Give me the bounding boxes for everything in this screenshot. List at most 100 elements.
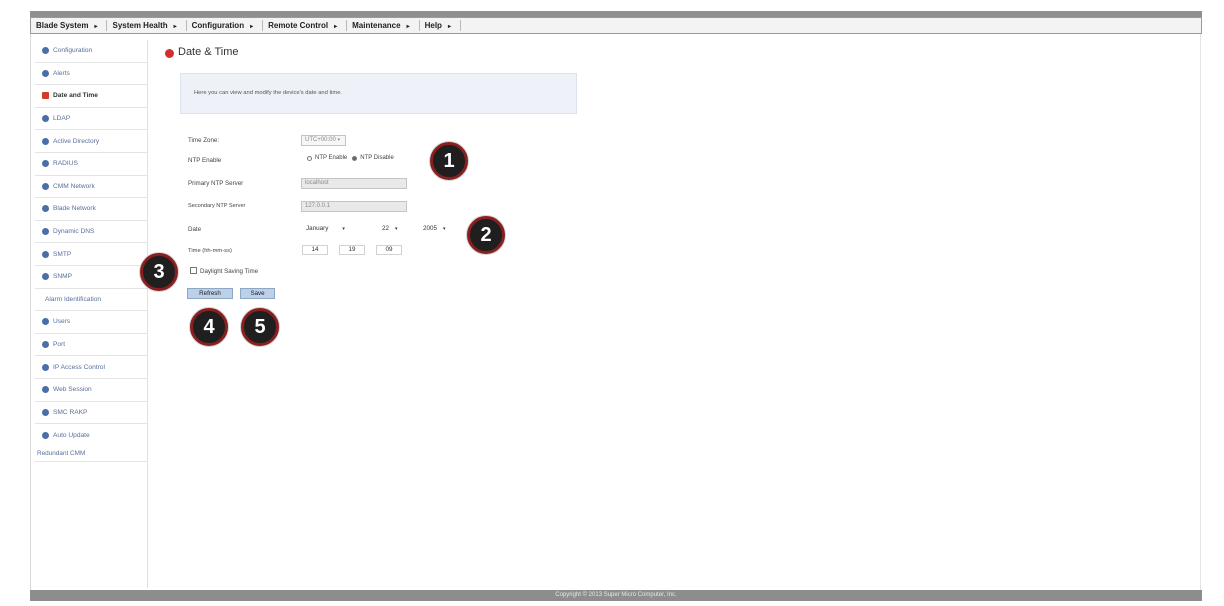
sidebar-item-alarm-identification[interactable]: Alarm Identification (35, 289, 147, 312)
ntp-enable-label: NTP Enable (188, 157, 222, 164)
config-icon (42, 341, 49, 349)
config-icon (42, 363, 49, 371)
info-text: Here you can view and modify the device'… (194, 90, 343, 96)
chevron-down-icon: ▾ (443, 225, 446, 232)
sidebar-item-label: IP Access Control (53, 363, 105, 371)
chevron-right-icon: ▸ (406, 24, 410, 30)
callout-2: 2 (467, 216, 505, 254)
callout-4: 4 (190, 308, 228, 346)
save-button[interactable]: Save (240, 288, 275, 299)
menu-maintenance[interactable]: Maintenance ▸ (347, 21, 418, 30)
sidebar-item-label: Web Session (53, 386, 92, 394)
ntp-disable-radio[interactable] (352, 155, 358, 161)
config-icon (42, 228, 49, 236)
config-icon (42, 92, 49, 100)
sidebar-item-label: CMM Network (53, 182, 95, 190)
config-icon (42, 47, 49, 55)
sidebar-item-label: Users (53, 318, 71, 326)
sidebar-item-label: Alarm Identification (45, 295, 102, 303)
callout-5: 5 (241, 308, 279, 346)
sidebar-item-label: Active Directory (53, 137, 100, 145)
main-menu-bar: Blade System ▸ System Health ▸ Configurati… (30, 17, 1202, 34)
menu-configuration[interactable]: Configuration ▸ (187, 21, 262, 30)
time-zone-value: UTC+00:00 (305, 137, 336, 143)
date-time-icon (165, 49, 174, 58)
month-select[interactable]: January ▾ (306, 223, 345, 234)
sidebar-item-smc-rakp[interactable]: SMC RAKP (35, 402, 147, 425)
sidebar-item-active-directory[interactable]: Active Directory (35, 130, 147, 153)
month-value: January (306, 225, 329, 232)
dst-checkbox[interactable] (190, 267, 197, 274)
sidebar-item-label: SMTP (53, 250, 72, 258)
ntp-enable-radio[interactable] (307, 155, 312, 161)
chevron-down-icon: ▾ (395, 225, 398, 232)
chevron-right-icon: ▸ (173, 24, 177, 30)
ntp-enable-option-label: NTP Enable (315, 155, 348, 161)
time-zone-label: Time Zone: (188, 137, 220, 144)
sidebar-item-cmm-network[interactable]: CMM Network (35, 176, 147, 199)
sidebar-item-ip-access-control[interactable]: IP Access Control (35, 356, 147, 379)
chevron-right-icon: ▸ (94, 24, 98, 30)
hour-input[interactable]: 14 (302, 245, 328, 255)
page-title: Date & Time (178, 46, 239, 58)
sidebar-item-auto-update[interactable]: Auto Update (35, 424, 147, 447)
config-icon (42, 408, 49, 416)
primary-ntp-label: Primary NTP Server (188, 180, 244, 187)
sidebar-item-label: Configuration (53, 47, 93, 55)
secondary-ntp-input[interactable]: 127.0.0.1 (301, 201, 407, 212)
year-select[interactable]: 2005 ▾ (423, 223, 446, 234)
config-icon (42, 137, 49, 145)
sidebar-item-label: Port (53, 341, 66, 349)
menu-separator (459, 20, 461, 31)
menu-remote-control[interactable]: Remote Control ▸ (263, 21, 346, 30)
hour-value: 14 (311, 246, 319, 253)
sidebar-item-snmp[interactable]: SNMP (35, 266, 147, 289)
second-value: 09 (385, 246, 393, 253)
chevron-right-icon: ▸ (447, 24, 451, 30)
menu-help[interactable]: Help ▸ (420, 21, 460, 30)
frame-left-border (30, 34, 31, 590)
sidebar-item-label: Auto Update (53, 431, 90, 439)
menu-system-health[interactable]: System Health ▸ (107, 21, 185, 30)
minute-value: 19 (348, 246, 356, 253)
sidebar-item-ldap[interactable]: LDAP (35, 108, 147, 131)
callout-1: 1 (430, 142, 468, 180)
sidebar-item-users[interactable]: Users (35, 311, 147, 334)
day-value: 22 (382, 225, 390, 232)
second-input[interactable]: 09 (376, 245, 402, 255)
date-label: Date (188, 226, 202, 233)
chevron-right-icon: ▸ (250, 24, 254, 30)
sidebar-item-configuration[interactable]: Configuration (35, 40, 147, 63)
menu-label: Configuration (191, 21, 245, 30)
sidebar-item-label: SNMP (53, 273, 73, 281)
sidebar-item-smtp[interactable]: SMTP (35, 243, 147, 266)
sidebar-item-alerts[interactable]: Alerts (35, 63, 147, 86)
sidebar-item-blade-network[interactable]: Blade Network (35, 198, 147, 221)
minute-input[interactable]: 19 (339, 245, 365, 255)
sidebar: Configuration Alerts Date and Time LDAP … (35, 40, 148, 588)
sidebar-item-label: Dynamic DNS (53, 228, 95, 236)
time-label: Time (hh-mm-ss) (188, 248, 232, 254)
chevron-right-icon: ▸ (334, 24, 338, 30)
callout-3: 3 (140, 253, 178, 291)
day-select[interactable]: 22 ▾ (382, 223, 398, 234)
config-icon (42, 160, 49, 168)
config-icon (42, 115, 49, 123)
sidebar-item-radius[interactable]: RADIUS (35, 153, 147, 176)
secondary-ntp-value: 127.0.0.1 (305, 203, 331, 209)
menu-label: Help (424, 21, 442, 30)
sidebar-item-date-and-time[interactable]: Date and Time (35, 85, 147, 108)
sidebar-item-port[interactable]: Port (35, 334, 147, 357)
refresh-button[interactable]: Refresh (187, 288, 233, 299)
sidebar-item-redundant-cmm[interactable]: Redundant CMM (35, 447, 147, 462)
time-zone-select[interactable]: UTC+00:00 ▾ (301, 135, 346, 146)
sidebar-item-dynamic-dns[interactable]: Dynamic DNS (35, 221, 147, 244)
sidebar-item-web-session[interactable]: Web Session (35, 379, 147, 402)
sidebar-item-label: Blade Network (53, 205, 96, 213)
copyright-footer: Copyright © 2013 Super Micro Computer, I… (30, 590, 1202, 601)
menu-blade-system[interactable]: Blade System ▸ (31, 21, 106, 30)
primary-ntp-input[interactable]: localhost (301, 178, 407, 189)
chevron-down-icon: ▾ (337, 137, 341, 143)
menu-label: Remote Control (268, 21, 329, 30)
config-icon (42, 250, 49, 258)
